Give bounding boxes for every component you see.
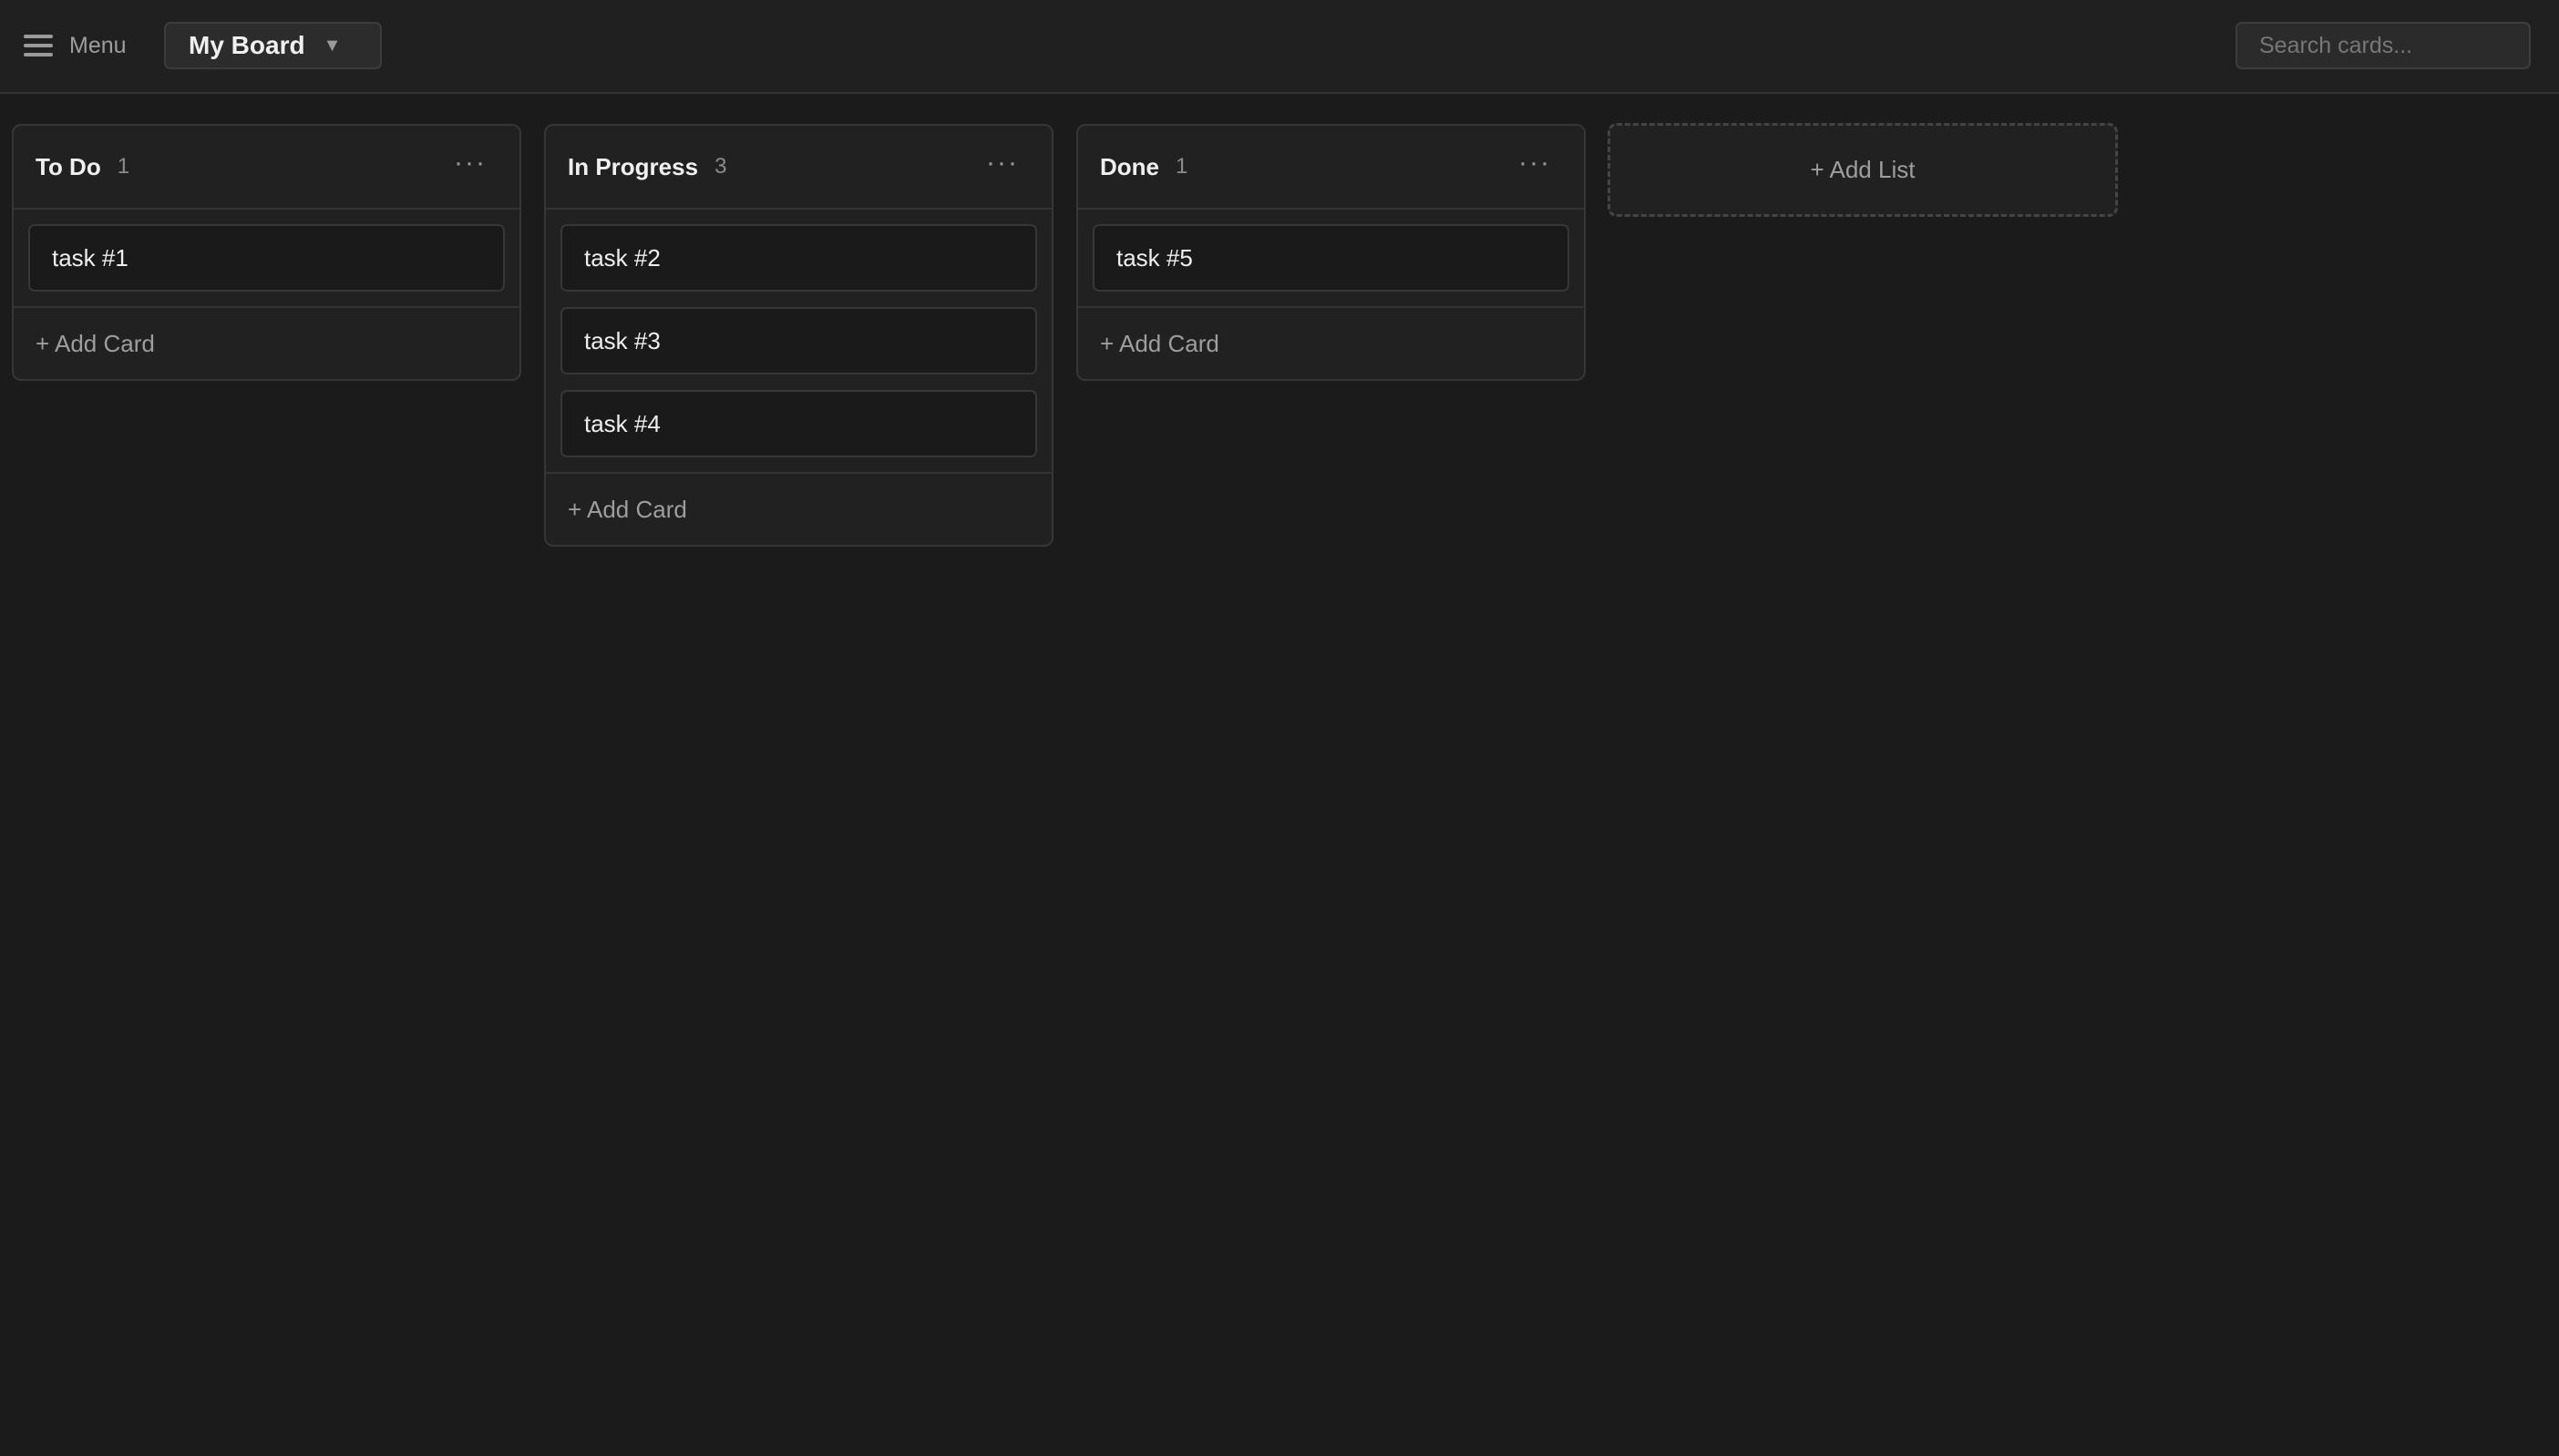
add-list-button[interactable]: + Add List bbox=[1608, 123, 2118, 217]
board-selector[interactable]: My Board ▼ bbox=[164, 22, 382, 69]
list-header: Done 1 ··· bbox=[1078, 126, 1584, 210]
add-card-button[interactable]: + Add Card bbox=[1078, 306, 1584, 379]
card-container: task #5 bbox=[1078, 210, 1584, 292]
add-card-button[interactable]: + Add Card bbox=[14, 306, 519, 379]
more-horizontal-icon[interactable]: ··· bbox=[1518, 149, 1551, 177]
card[interactable]: task #2 bbox=[560, 224, 1037, 292]
card[interactable]: task #5 bbox=[1093, 224, 1569, 292]
list-header: To Do 1 ··· bbox=[14, 126, 519, 210]
more-horizontal-icon[interactable]: ··· bbox=[986, 149, 1019, 177]
list-title: To Do bbox=[36, 152, 101, 180]
list-count: 1 bbox=[117, 154, 130, 179]
card[interactable]: task #1 bbox=[28, 224, 505, 292]
list-to-do: To Do 1 ··· task #1 + Add Card bbox=[12, 124, 521, 381]
card-container: task #1 bbox=[14, 210, 519, 292]
list-done: Done 1 ··· task #5 + Add Card bbox=[1076, 124, 1586, 381]
hamburger-icon bbox=[24, 34, 53, 57]
more-horizontal-icon[interactable]: ··· bbox=[454, 149, 487, 177]
menu-label: Menu bbox=[69, 32, 127, 58]
list-count: 3 bbox=[714, 154, 727, 179]
card[interactable]: task #4 bbox=[560, 390, 1037, 457]
menu-button[interactable]: Menu bbox=[24, 27, 127, 64]
list-title: In Progress bbox=[568, 152, 699, 180]
card-container: task #2 task #3 task #4 bbox=[546, 210, 1052, 457]
list-in-progress: In Progress 3 ··· task #2 task #3 task #… bbox=[544, 124, 1053, 547]
list-header: In Progress 3 ··· bbox=[546, 126, 1052, 210]
search-input[interactable] bbox=[2235, 22, 2531, 69]
list-count: 1 bbox=[1176, 154, 1188, 179]
top-bar: Menu My Board ▼ bbox=[0, 0, 2559, 94]
card[interactable]: task #3 bbox=[560, 307, 1037, 374]
board-title: My Board bbox=[189, 31, 305, 59]
list-title: Done bbox=[1100, 152, 1159, 180]
chevron-down-icon: ▼ bbox=[323, 35, 342, 56]
add-card-button[interactable]: + Add Card bbox=[546, 472, 1052, 545]
